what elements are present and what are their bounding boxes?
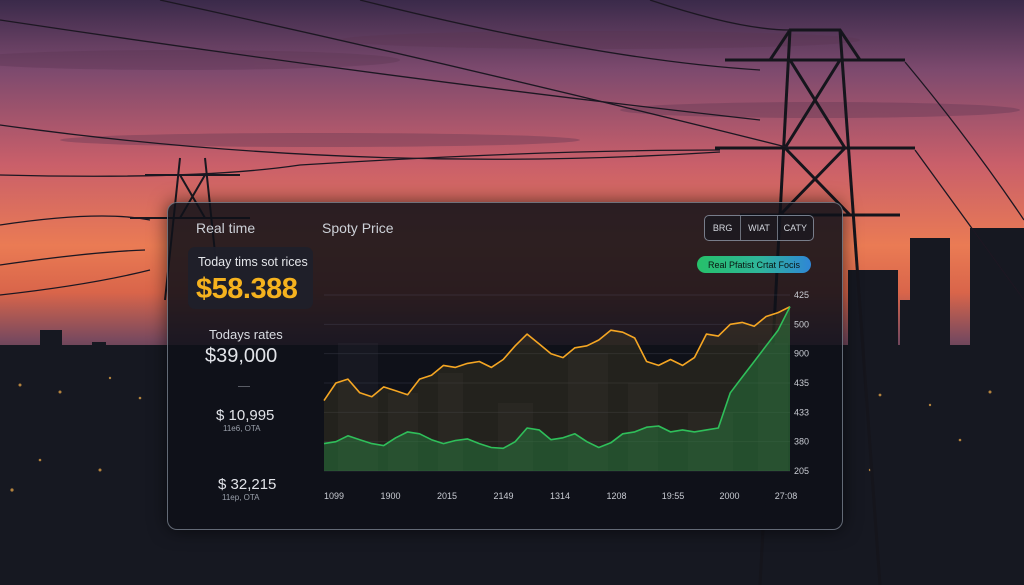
x-tick-label: 19:55 — [662, 491, 685, 501]
price-dashboard-panel: Real time Spoty Price BRG WIAT CATY Real… — [167, 202, 843, 530]
x-tick-label: 2149 — [493, 491, 513, 501]
spot-price-chart: 425 500 900 435 433 380 205 1099 1900 2015 2149 131… — [323, 290, 809, 501]
x-tick-label: 1208 — [606, 491, 626, 501]
x-tick-label: 1900 — [380, 491, 400, 501]
panel-title: Real time — [196, 220, 256, 236]
stat-sub-1: 11e6, OTA — [223, 424, 261, 433]
y-tick-label: 425 — [794, 290, 809, 300]
y-tick-label: 205 — [794, 466, 809, 476]
x-tick-label: 2000 — [719, 491, 739, 501]
spot-price-card: Today tims sot rices $58.388 — [188, 247, 313, 309]
x-tick-label: 2015 — [437, 491, 457, 501]
todays-rates-value: $39,000 — [205, 345, 278, 367]
spot-price-label: Today tims sot rices — [198, 255, 308, 269]
stat-value-1: $ 10,995 — [216, 407, 275, 424]
divider — [238, 386, 250, 387]
chart-title: Spoty Price — [322, 220, 394, 236]
spot-price-value: $58.388 — [196, 273, 298, 305]
range-button-1[interactable]: BRG — [705, 216, 742, 240]
range-button-2[interactable]: WIAT — [741, 216, 778, 240]
range-selector: BRG WIAT CATY — [704, 215, 814, 241]
stat-sub-2: 11ep, OTA — [222, 493, 260, 502]
x-tick-label: 1314 — [550, 491, 570, 501]
y-tick-label: 380 — [794, 437, 809, 447]
x-tick-label: 1099 — [324, 491, 344, 501]
y-tick-label: 500 — [794, 319, 809, 329]
y-tick-label: 900 — [794, 349, 809, 359]
stat-value-2: $ 32,215 — [218, 476, 277, 493]
y-tick-label: 435 — [794, 378, 809, 388]
x-tick-label: 27:08 — [775, 491, 798, 501]
range-button-3[interactable]: CATY — [778, 216, 813, 240]
todays-rates-label: Todays rates — [209, 327, 283, 342]
realtime-badge[interactable]: Real Pfatist Crtat Focis — [697, 256, 811, 273]
y-tick-label: 433 — [794, 407, 809, 417]
